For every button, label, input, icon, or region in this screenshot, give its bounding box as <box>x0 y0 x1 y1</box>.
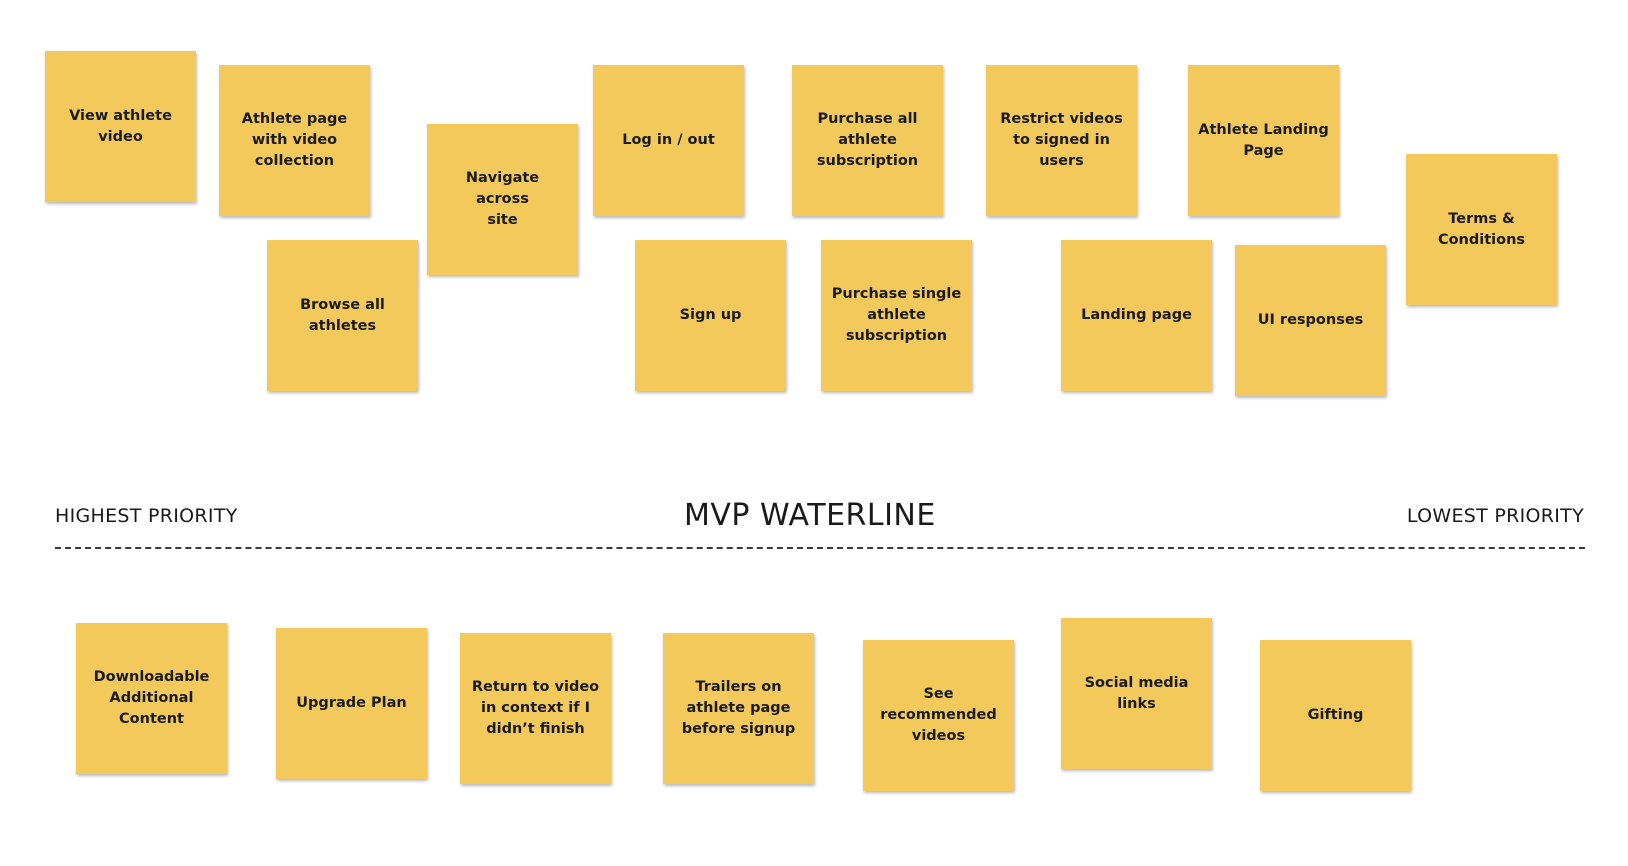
note-text: Navigate across site <box>465 170 540 228</box>
note-text: See recommended videos <box>880 686 997 744</box>
sticky-note-browse-all-athletes[interactable]: Browse all athletes <box>267 240 418 391</box>
note-text: Social media links <box>1084 674 1189 712</box>
sticky-note-gifting[interactable]: Gifting <box>1260 640 1411 791</box>
sticky-note-purchase-all-athlete-subscription[interactable]: Purchase all athlete subscription <box>792 65 943 216</box>
sticky-note-view-athlete-video[interactable]: View athlete video <box>45 51 196 202</box>
note-text: Terms & Conditions <box>1437 210 1526 248</box>
sticky-note-see-recommended-videos[interactable]: See recommended videos <box>863 640 1014 791</box>
note-text: Athlete Landing Page <box>1198 121 1329 159</box>
note-text: View athlete video <box>69 107 172 145</box>
note-text: UI responses <box>1257 312 1364 328</box>
sticky-note-athlete-page-video-collection[interactable]: Athlete page with video collection <box>219 65 370 216</box>
sticky-note-restrict-videos[interactable]: Restrict videos to signed in users <box>986 65 1137 216</box>
priority-board: View athlete video Athlete page with vid… <box>0 0 1628 866</box>
sticky-note-upgrade-plan[interactable]: Upgrade Plan <box>276 628 427 779</box>
note-text: Downloadable Additional Content <box>93 669 210 727</box>
mvp-waterline-title: MVP WATERLINE <box>684 498 936 533</box>
sticky-note-landing-page[interactable]: Landing page <box>1061 240 1212 391</box>
sticky-note-trailers-on-athlete-page[interactable]: Trailers on athlete page before signup <box>663 633 814 784</box>
waterline-divider <box>55 547 1585 549</box>
note-text: Athlete page with video collection <box>241 111 348 169</box>
sticky-note-log-in-out[interactable]: Log in / out <box>593 65 744 216</box>
highest-priority-label: HIGHEST PRIORITY <box>55 505 238 527</box>
lowest-priority-label: LOWEST PRIORITY <box>1406 505 1584 527</box>
note-text: Purchase all athlete subscription <box>816 111 919 169</box>
note-text: Log in / out <box>622 132 715 148</box>
note-text: Browse all athletes <box>300 296 385 334</box>
sticky-note-athlete-landing-page[interactable]: Athlete Landing Page <box>1188 65 1339 216</box>
note-text: Upgrade Plan <box>296 695 407 711</box>
note-text: Landing page <box>1081 307 1192 323</box>
sticky-note-purchase-single-athlete-subscription[interactable]: Purchase single athlete subscription <box>821 240 972 391</box>
note-text: Restrict videos to signed in users <box>1000 111 1123 169</box>
sticky-note-sign-up[interactable]: Sign up <box>635 240 786 391</box>
sticky-note-social-media-links[interactable]: Social media links <box>1061 618 1212 769</box>
sticky-note-navigate-across-site[interactable]: Navigate across site <box>427 124 578 275</box>
note-text: Trailers on athlete page before signup <box>681 679 796 737</box>
note-text: Sign up <box>679 307 742 323</box>
sticky-note-downloadable-additional-content[interactable]: Downloadable Additional Content <box>76 623 227 774</box>
sticky-note-return-to-video[interactable]: Return to video in context if I didn’t f… <box>460 633 611 784</box>
sticky-note-terms-conditions[interactable]: Terms & Conditions <box>1406 154 1557 305</box>
sticky-note-ui-responses[interactable]: UI responses <box>1235 245 1386 396</box>
note-text: Purchase single athlete subscription <box>831 286 962 344</box>
note-text: Gifting <box>1307 707 1364 723</box>
note-text: Return to video in context if I didn’t f… <box>471 679 600 737</box>
